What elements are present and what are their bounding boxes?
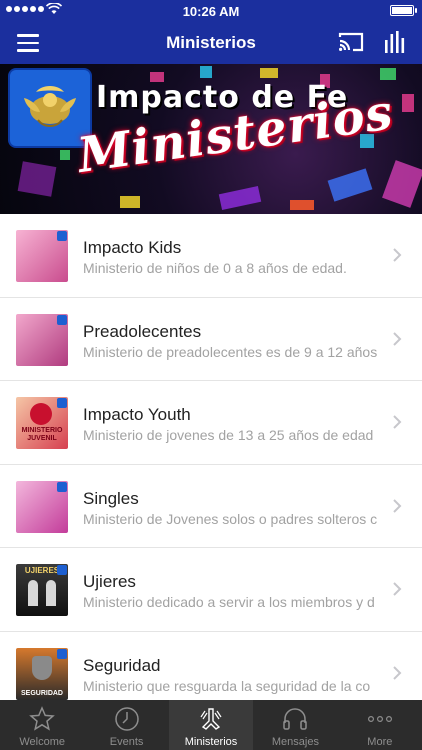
item-desc: Ministerio de niños de 0 a 8 años de eda…	[83, 260, 347, 276]
equalizer-icon[interactable]	[384, 30, 406, 54]
tab-mensajes[interactable]: Mensajes	[253, 700, 337, 750]
praying-hands-icon	[200, 708, 222, 730]
list-item-impacto-kids[interactable]: Impacto Kids Ministerio de niños de 0 a …	[0, 214, 422, 298]
nav-bar: Ministerios	[0, 22, 422, 64]
badge-icon	[57, 648, 67, 659]
thumb-text: SEGURIDAD	[20, 689, 63, 697]
tab-events[interactable]: Events	[84, 700, 168, 750]
thumb-text: JUVENIL	[27, 435, 57, 442]
badge-icon	[57, 481, 67, 492]
badge-icon	[57, 231, 67, 241]
battery-icon	[390, 5, 417, 16]
tab-bar: Welcome Events Ministerios Mensajes More	[0, 700, 422, 750]
list-item-impacto-youth[interactable]: MINISTERIO JUVENIL Impacto Youth Ministe…	[0, 381, 422, 465]
list-item-preadolecentes[interactable]: Preadolecentes Ministerio de preadolecen…	[0, 298, 422, 381]
thumbnail-impacto-youth: MINISTERIO JUVENIL	[16, 397, 68, 449]
thumbnail-seguridad: SEGURIDAD	[16, 647, 68, 700]
badge-icon	[57, 314, 67, 325]
star-icon	[29, 706, 56, 731]
thumbnail-impacto-kids	[16, 230, 68, 282]
chevron-right-icon	[393, 415, 402, 429]
item-name: Ujieres	[83, 572, 136, 591]
thumb-text: MINISTERIO	[21, 427, 63, 434]
item-name: Seguridad	[83, 655, 161, 675]
ministerios-banner: Impacto de Fe Ministerios	[0, 64, 422, 214]
list-item-ujieres[interactable]: UJIERES Ujieres Ministerio dedicado a se…	[0, 548, 422, 632]
item-desc: Ministerio que resguarda la seguridad de…	[83, 677, 371, 694]
badge-icon	[57, 565, 67, 575]
status-bar: 10:26 AM	[0, 0, 422, 22]
item-desc: Ministerio de preadolecentes es de 9 a 1…	[83, 343, 378, 360]
thumbnail-singles	[16, 480, 68, 533]
tab-ministerios[interactable]: Ministerios	[168, 700, 254, 750]
tab-label: More	[367, 736, 393, 748]
headphones-icon	[283, 708, 308, 730]
item-name: Preadolecentes	[83, 321, 202, 341]
more-dots-icon	[367, 716, 392, 723]
thumbnail-preadolecentes	[16, 313, 68, 366]
clock-icon	[114, 707, 139, 731]
tab-welcome[interactable]: Welcome	[0, 700, 84, 750]
item-desc: Ministerio de Jovenes solos o padres sol…	[83, 510, 378, 527]
ministerios-list: Impacto Kids Ministerio de niños de 0 a …	[0, 214, 422, 700]
tab-label: Ministerios	[184, 736, 238, 748]
item-name: Singles	[83, 488, 139, 508]
chevron-right-icon	[393, 248, 402, 262]
chevron-right-icon	[393, 498, 402, 513]
thumbnail-ujieres: UJIERES	[16, 564, 68, 616]
badge-icon	[57, 398, 67, 408]
top-bar: 10:26 AM Ministerios	[0, 0, 422, 64]
list-item-seguridad[interactable]: SEGURIDAD Seguridad Ministerio que resgu…	[0, 632, 422, 701]
status-time: 10:26 AM	[182, 4, 240, 19]
tab-label: Mensajes	[271, 736, 319, 748]
tab-more[interactable]: More	[338, 700, 422, 750]
chevron-right-icon	[393, 665, 402, 680]
item-desc: Ministerio de jovenes de 13 a 25 años de…	[83, 427, 374, 443]
item-name: Impacto Youth	[83, 405, 191, 424]
chevron-right-icon	[393, 582, 402, 596]
chevron-right-icon	[393, 331, 402, 346]
tab-label: Events	[109, 736, 144, 748]
item-name: Impacto Kids	[83, 238, 182, 257]
list-item-singles[interactable]: Singles Ministerio de Jovenes solos o pa…	[0, 465, 422, 548]
tab-label: Welcome	[19, 736, 66, 748]
item-desc: Ministerio dedicado a servir a los miemb…	[83, 594, 375, 610]
cast-icon[interactable]	[338, 31, 364, 53]
